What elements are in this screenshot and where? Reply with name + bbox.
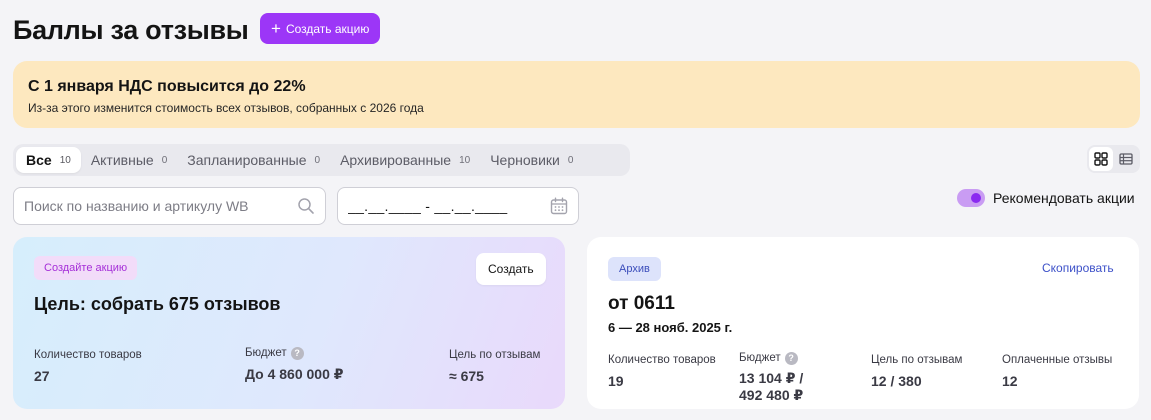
tab-label: Запланированные [187, 152, 307, 168]
stat-budget: Бюджет ? 13 104 ₽ / 492 480 ₽ [739, 351, 803, 404]
grid-icon [1094, 152, 1108, 166]
tab-label: Все [26, 152, 52, 168]
tab-all[interactable]: Все 10 [16, 147, 81, 173]
tab-label: Черновики [490, 152, 560, 168]
stat-label: Оплаченные отзывы [1002, 354, 1113, 366]
stat-label: Бюджет [739, 352, 781, 364]
tab-scheduled[interactable]: Запланированные 0 [177, 147, 330, 173]
status-tabs: Все 10 Активные 0 Запланированные 0 Архи… [13, 144, 630, 176]
tab-archived[interactable]: Архивированные 10 [330, 147, 480, 173]
list-view-button[interactable] [1115, 147, 1139, 171]
question-icon[interactable]: ? [784, 351, 798, 365]
create-promotion-card: Создайте акцию Создать Цель: собрать 675… [13, 237, 565, 409]
search-input[interactable] [24, 198, 297, 214]
banner-title: С 1 января НДС повысится до 22% [28, 78, 306, 95]
recommend-label: Рекомендовать акции [993, 190, 1135, 206]
tab-count: 0 [161, 154, 168, 166]
card-title: от 0611 [608, 293, 675, 314]
tab-count: 0 [314, 154, 321, 166]
stat-value: 13 104 ₽ / [739, 370, 804, 386]
stat-value: 12 / 380 [871, 373, 922, 389]
recommend-toggle[interactable] [957, 189, 985, 207]
search-icon[interactable] [297, 197, 315, 215]
card-dates: 6 — 28 нояб. 2025 г. [608, 320, 733, 335]
stat-label: Цель по отзывам [449, 349, 541, 361]
list-icon [1119, 153, 1133, 165]
stat-value: 27 [34, 368, 50, 384]
create-promotion-button[interactable]: + Создать акцию [260, 13, 381, 44]
stat-value: 12 [1002, 373, 1018, 389]
tab-label: Активные [90, 152, 154, 168]
card-title: Цель: собрать 675 отзывов [34, 294, 281, 314]
tab-count: 0 [567, 154, 574, 166]
stat-review-goal: Цель по отзывам ≈ 675 [449, 348, 540, 385]
stat-value: ≈ 675 [449, 368, 484, 384]
question-icon[interactable]: ? [290, 346, 304, 360]
grid-view-button[interactable] [1089, 147, 1113, 171]
page-title: Баллы за отзывы [13, 15, 249, 45]
create-promotion-label: Создать акцию [285, 21, 370, 36]
tab-count: 10 [59, 154, 71, 166]
create-button[interactable]: Создать [476, 253, 546, 285]
tab-label: Архивированные [340, 152, 452, 168]
view-switch [1087, 145, 1140, 173]
status-badge: Создайте акцию [34, 256, 138, 280]
stat-paid-reviews: Оплаченные отзывы 12 [1002, 353, 1112, 390]
stat-label: Количество товаров [608, 354, 716, 366]
stat-label: Бюджет [245, 347, 287, 359]
date-range-input[interactable] [348, 198, 550, 214]
stat-label: Количество товаров [34, 349, 142, 361]
stat-products: Количество товаров 19 [608, 353, 716, 390]
copy-link[interactable]: Скопировать [1042, 261, 1114, 275]
stat-budget: Бюджет ? До 4 860 000 ₽ [245, 346, 344, 383]
date-range-field [337, 187, 579, 225]
banner-text: Из-за этого изменится стоимость всех отз… [28, 101, 424, 115]
plus-icon: + [271, 18, 281, 38]
archived-promotion-card[interactable]: Архив Скопировать от 0611 6 — 28 нояб. 2… [587, 237, 1139, 409]
status-badge: Архив [608, 257, 661, 281]
stat-value: 19 [608, 373, 624, 389]
vat-notice-banner: С 1 января НДС повысится до 22% Из-за эт… [13, 61, 1140, 128]
tab-drafts[interactable]: Черновики 0 [480, 147, 583, 173]
search-field [13, 187, 326, 225]
tab-count: 10 [459, 154, 471, 166]
stat-label: Цель по отзывам [871, 354, 963, 366]
recommend-promotions: Рекомендовать акции [957, 188, 1135, 208]
stat-products: Количество товаров 27 [34, 348, 142, 385]
stat-value: 492 480 ₽ [739, 387, 804, 403]
stat-review-goal: Цель по отзывам 12 / 380 [871, 353, 962, 390]
calendar-icon[interactable] [550, 197, 568, 215]
stat-value: До 4 860 000 ₽ [245, 366, 344, 382]
tab-active[interactable]: Активные 0 [81, 147, 177, 173]
